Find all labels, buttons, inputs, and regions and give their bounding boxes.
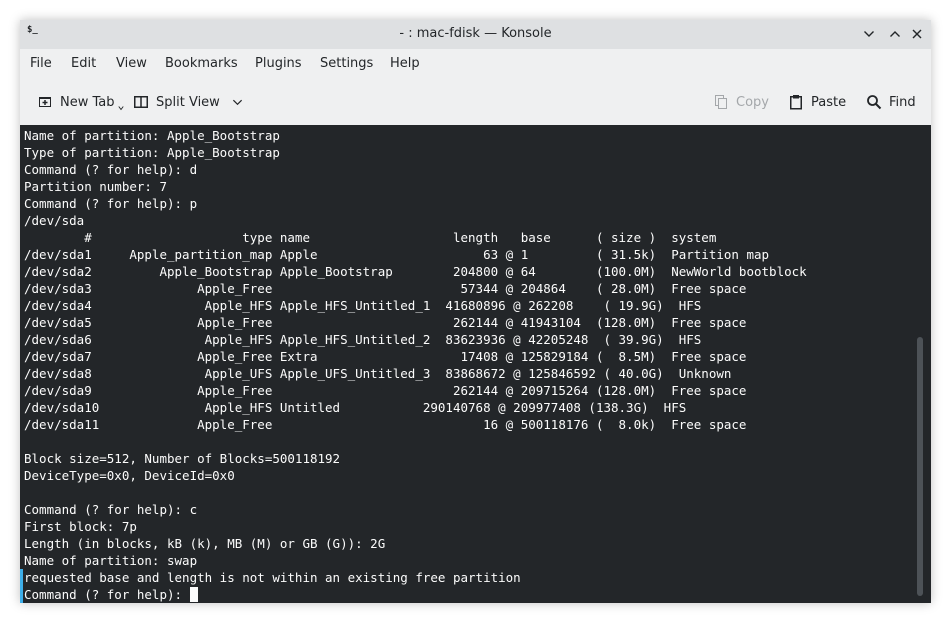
window-title: - : mac-fdisk — Konsole <box>399 26 552 41</box>
terminal-line: DeviceType=0x0, DeviceId=0x0 <box>24 468 235 483</box>
find-label: Find <box>889 94 916 110</box>
find-button[interactable]: Find <box>866 91 916 113</box>
terminal-line: Name of partition: swap <box>24 553 198 568</box>
terminal-line: /dev/sda6 Apple_HFS Apple_HFS_Untitled_2… <box>24 332 702 347</box>
menu-edit[interactable]: Edit <box>71 56 96 71</box>
terminal-line: requested base and length is not within … <box>24 570 521 585</box>
close-icon[interactable] <box>908 25 926 43</box>
terminal-scrollbar[interactable] <box>917 337 923 596</box>
terminal-line: Command (? for help): c <box>24 502 198 517</box>
menu-bookmarks[interactable]: Bookmarks <box>165 56 238 71</box>
terminal-line: First block: 7p <box>24 519 137 534</box>
copy-button[interactable]: Copy <box>713 91 769 113</box>
terminal-line: Name of partition: Apple_Bootstrap <box>24 128 280 143</box>
new-tab-label: New Tab <box>60 94 115 110</box>
terminal-line: /dev/sda <box>24 213 85 228</box>
copy-icon <box>715 95 727 109</box>
terminal-line: # type name length base ( size ) system <box>24 230 717 245</box>
menu-settings[interactable]: Settings <box>320 56 373 71</box>
menu-help[interactable]: Help <box>390 56 420 71</box>
terminal-line: Command (? for help): <box>24 587 190 602</box>
terminal-line: /dev/sda1 Apple_partition_map Apple 63 @… <box>24 247 770 262</box>
terminal-view[interactable]: Name of partition: Apple_Bootstrap Type … <box>20 125 931 603</box>
terminal-line: /dev/sda11 Apple_Free 16 @ 500118176 ( 8… <box>24 417 747 432</box>
copy-label: Copy <box>736 94 769 110</box>
terminal-line: /dev/sda9 Apple_Free 262144 @ 209715264 … <box>24 383 747 398</box>
terminal-line: /dev/sda5 Apple_Free 262144 @ 41943104 (… <box>24 315 747 330</box>
menu-view[interactable]: View <box>116 56 147 71</box>
terminal-line: /dev/sda7 Apple_Free Extra 17408 @ 12582… <box>24 349 747 364</box>
menu-file[interactable]: File <box>30 56 52 71</box>
minimize-icon[interactable] <box>860 25 878 43</box>
paste-icon <box>790 95 802 110</box>
paste-label: Paste <box>811 94 847 110</box>
terminal-line: Type of partition: Apple_Bootstrap <box>24 145 280 160</box>
terminal-line: Command (? for help): d <box>24 162 198 177</box>
line-marker <box>20 569 23 603</box>
terminal-line: /dev/sda2 Apple_Bootstrap Apple_Bootstra… <box>24 264 807 279</box>
terminal-line: /dev/sda8 Apple_UFS Apple_UFS_Untitled_3… <box>24 366 732 381</box>
split-view-button[interactable]: Split View <box>133 91 243 113</box>
split-view-label: Split View <box>156 94 220 110</box>
search-icon <box>867 95 882 110</box>
terminal-line: Partition number: 7 <box>24 179 167 194</box>
terminal-line: Command (? for help): p <box>24 196 198 211</box>
maximize-icon[interactable] <box>886 25 904 43</box>
terminal-line: Length (in blocks, kB (k), MB (M) or GB … <box>24 536 386 551</box>
new-tab-menu-arrow-icon <box>117 106 124 111</box>
terminal-line: /dev/sda3 Apple_Free 57344 @ 204864 ( 28… <box>24 281 747 296</box>
new-tab-icon <box>39 97 51 107</box>
konsole-window: $_ - : mac-fdisk — Konsole File Edit Vie… <box>20 20 931 603</box>
terminal-line: Block size=512, Number of Blocks=5001181… <box>24 451 341 466</box>
paste-button[interactable]: Paste <box>788 91 846 113</box>
menu-bar: File Edit View Bookmarks Plugins Setting… <box>20 49 931 79</box>
title-bar[interactable]: $_ - : mac-fdisk — Konsole <box>20 20 931 49</box>
toolbar: New Tab Split View Copy Paste Find <box>20 84 931 120</box>
terminal-cursor <box>189 587 198 602</box>
new-tab-button[interactable]: New Tab <box>37 91 124 113</box>
menu-plugins[interactable]: Plugins <box>255 56 302 71</box>
split-view-icon <box>134 96 148 108</box>
terminal-output: Name of partition: Apple_Bootstrap Type … <box>24 127 807 603</box>
terminal-line: /dev/sda4 Apple_HFS Apple_HFS_Untitled_1… <box>24 298 702 313</box>
chevron-down-icon[interactable] <box>232 97 243 108</box>
terminal-line: /dev/sda10 Apple_HFS Untitled 290140768 … <box>24 400 687 415</box>
